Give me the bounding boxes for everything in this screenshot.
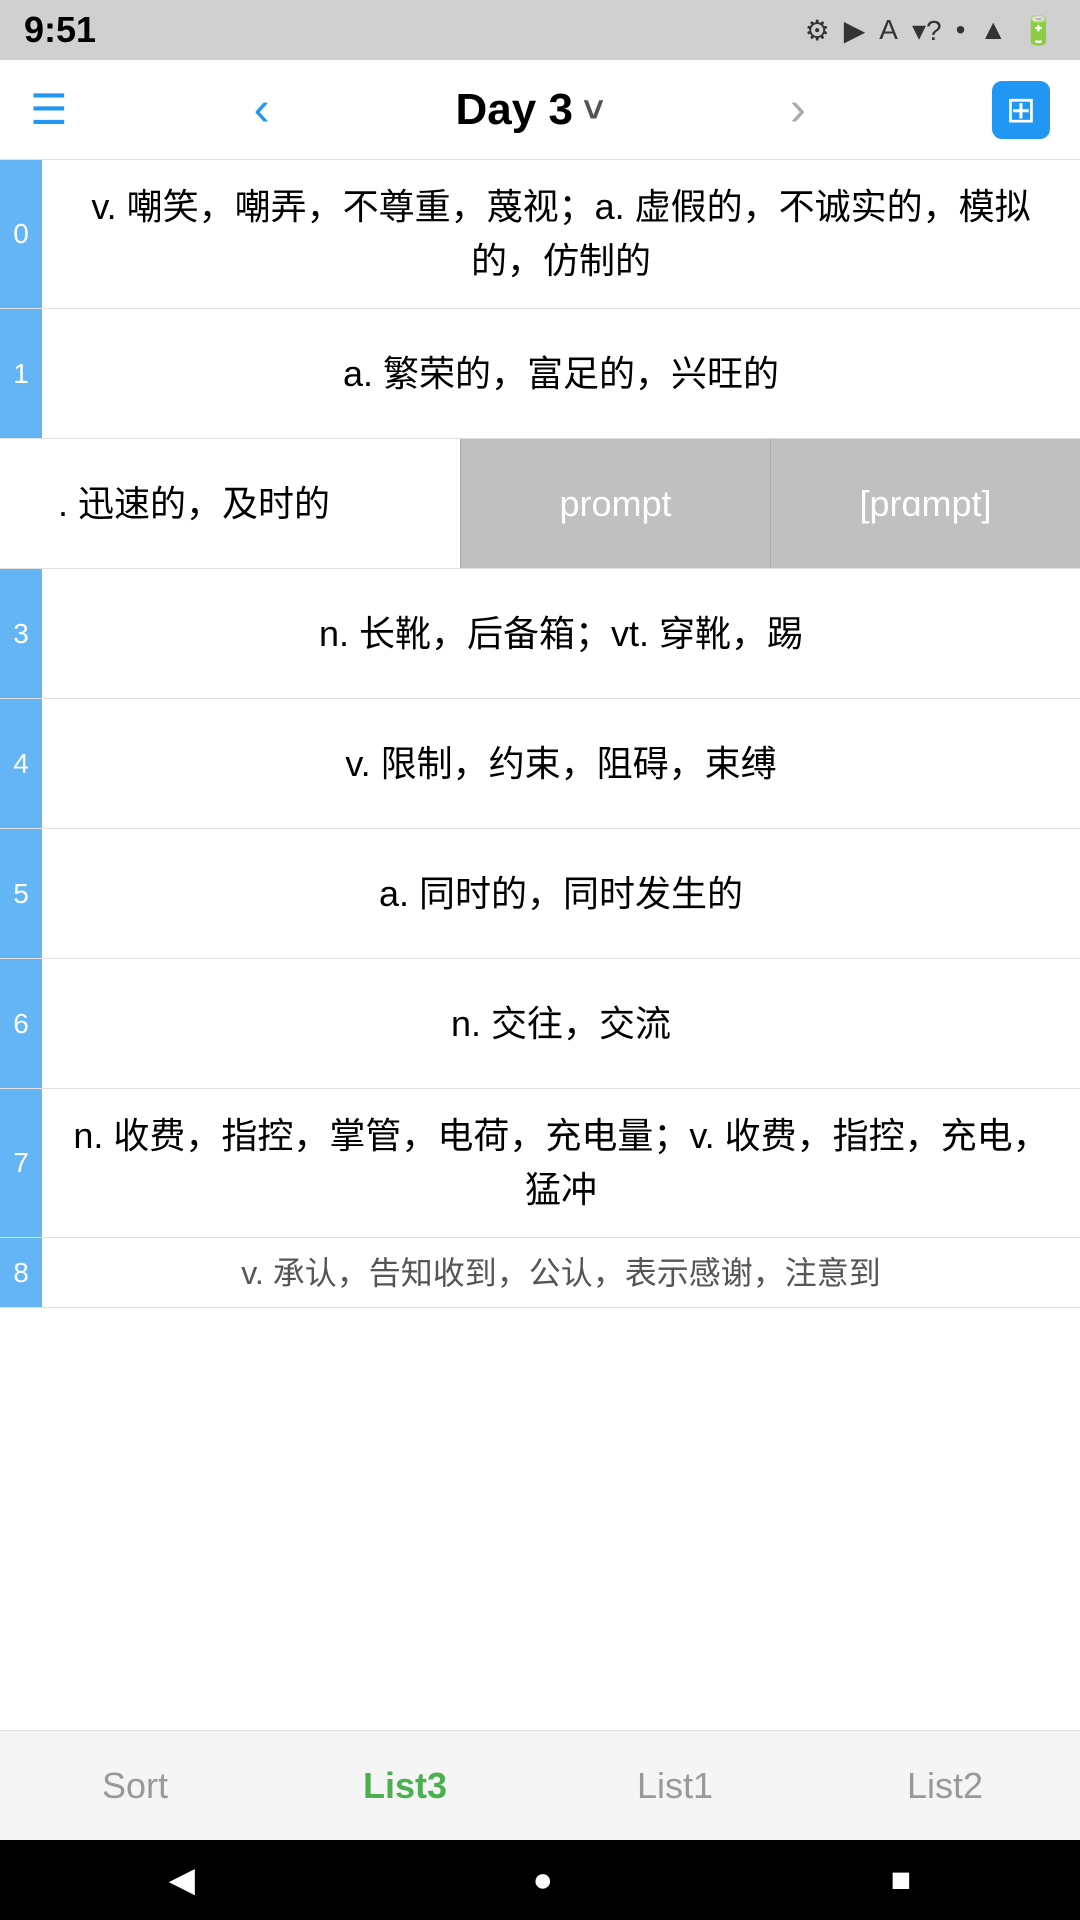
- android-nav-bar: ◀ ● ■: [0, 1840, 1080, 1920]
- row-content-5: a. 同时的，同时发生的: [42, 847, 1080, 941]
- row-content-1: a. 繁荣的，富足的，兴旺的: [42, 327, 1080, 421]
- nav-bar: ☰ ‹ Day 3 ˅ › ⊞: [0, 60, 1080, 160]
- tab-list1-label: List1: [637, 1765, 713, 1807]
- battery-icon: 🔋: [1021, 14, 1056, 47]
- vocab-row-0[interactable]: 0 v. 嘲笑，嘲弄，不尊重，蔑视；a. 虚假的，不诚实的，模拟的，仿制的: [0, 160, 1080, 309]
- vocab-row-8-partial[interactable]: 8 v. 承认，告知收到，公认，表示感谢，注意到: [0, 1238, 1080, 1308]
- tab-sort-label: Sort: [102, 1765, 168, 1807]
- vocab-list: 0 v. 嘲笑，嘲弄，不尊重，蔑视；a. 虚假的，不诚实的，模拟的，仿制的 1 …: [0, 160, 1080, 1730]
- wifi-icon: ▾?: [912, 14, 942, 47]
- vocab-row-1[interactable]: 1 a. 繁荣的，富足的，兴旺的: [0, 309, 1080, 439]
- row-index-7: 7: [0, 1089, 42, 1237]
- vocab-row-3[interactable]: 3 n. 长靴，后备箱；vt. 穿靴，踢: [0, 569, 1080, 699]
- vocab-popup[interactable]: prompt [prɑmpt]: [460, 439, 1080, 568]
- popup-word: prompt: [559, 483, 671, 525]
- status-icons: ⚙ ▶ A ▾? • ▲ 🔋: [805, 14, 1056, 47]
- row-index-3: 3: [0, 569, 42, 698]
- popup-word-cell[interactable]: prompt: [460, 439, 770, 568]
- android-home-button[interactable]: ●: [533, 1861, 554, 1900]
- tab-list2[interactable]: List2: [810, 1731, 1080, 1840]
- row-content-4: v. 限制，约束，阻碍，束缚: [42, 717, 1080, 811]
- font-icon: A: [879, 14, 898, 46]
- dropdown-icon[interactable]: ˅: [583, 89, 604, 131]
- settings-icon: ⚙: [805, 14, 830, 47]
- signal-icon: ▲: [979, 14, 1007, 46]
- vocab-row-5[interactable]: 5 a. 同时的，同时发生的: [0, 829, 1080, 959]
- row-content-3: n. 长靴，后备箱；vt. 穿靴，踢: [42, 587, 1080, 681]
- menu-icon[interactable]: ☰: [30, 85, 68, 134]
- row-index-1: 1: [0, 309, 42, 438]
- vocab-row-4[interactable]: 4 v. 限制，约束，阻碍，束缚: [0, 699, 1080, 829]
- play-icon: ▶: [844, 14, 866, 47]
- vocab-row-7[interactable]: 7 n. 收费，指控，掌管，电荷，充电量；v. 收费，指控，充电，猛冲: [0, 1089, 1080, 1238]
- row-content-0: v. 嘲笑，嘲弄，不尊重，蔑视；a. 虚假的，不诚实的，模拟的，仿制的: [42, 160, 1080, 308]
- row-content-8-partial: v. 承认，告知收到，公认，表示感谢，注意到: [42, 1238, 1080, 1308]
- row-content-2-partial: . 迅速的，及时的: [42, 457, 346, 551]
- status-time: 9:51: [24, 9, 96, 51]
- row-index-0: 0: [0, 160, 42, 308]
- back-button[interactable]: ‹: [254, 82, 270, 137]
- vocab-row-6[interactable]: 6 n. 交往，交流: [0, 959, 1080, 1089]
- page-title: Day 3: [456, 85, 573, 135]
- status-bar: 9:51 ⚙ ▶ A ▾? • ▲ 🔋: [0, 0, 1080, 60]
- tab-list1[interactable]: List1: [540, 1731, 810, 1840]
- title-area[interactable]: Day 3 ˅: [456, 85, 604, 135]
- forward-button[interactable]: ›: [790, 82, 806, 137]
- tab-list3[interactable]: List3: [270, 1731, 540, 1840]
- row-content-6: n. 交往，交流: [42, 977, 1080, 1071]
- list-view-icon[interactable]: ⊞: [992, 81, 1050, 139]
- vocab-row-2[interactable]: . 迅速的，及时的 prompt [prɑmpt]: [0, 439, 1080, 569]
- tab-list2-label: List2: [907, 1765, 983, 1807]
- row-index-5: 5: [0, 829, 42, 958]
- tab-sort[interactable]: Sort: [0, 1731, 270, 1840]
- android-recent-button[interactable]: ■: [891, 1861, 912, 1900]
- popup-phonetic-cell[interactable]: [prɑmpt]: [770, 439, 1080, 568]
- dot-icon: •: [956, 14, 966, 46]
- android-back-button[interactable]: ◀: [169, 1860, 195, 1900]
- tab-bar: Sort List3 List1 List2: [0, 1730, 1080, 1840]
- tab-list3-label: List3: [363, 1765, 447, 1807]
- row-index-2-empty: [0, 439, 42, 568]
- popup-phonetic: [prɑmpt]: [859, 483, 991, 525]
- row-index-8: 8: [0, 1238, 42, 1308]
- row-index-4: 4: [0, 699, 42, 828]
- row-content-7: n. 收费，指控，掌管，电荷，充电量；v. 收费，指控，充电，猛冲: [42, 1089, 1080, 1237]
- row-index-6: 6: [0, 959, 42, 1088]
